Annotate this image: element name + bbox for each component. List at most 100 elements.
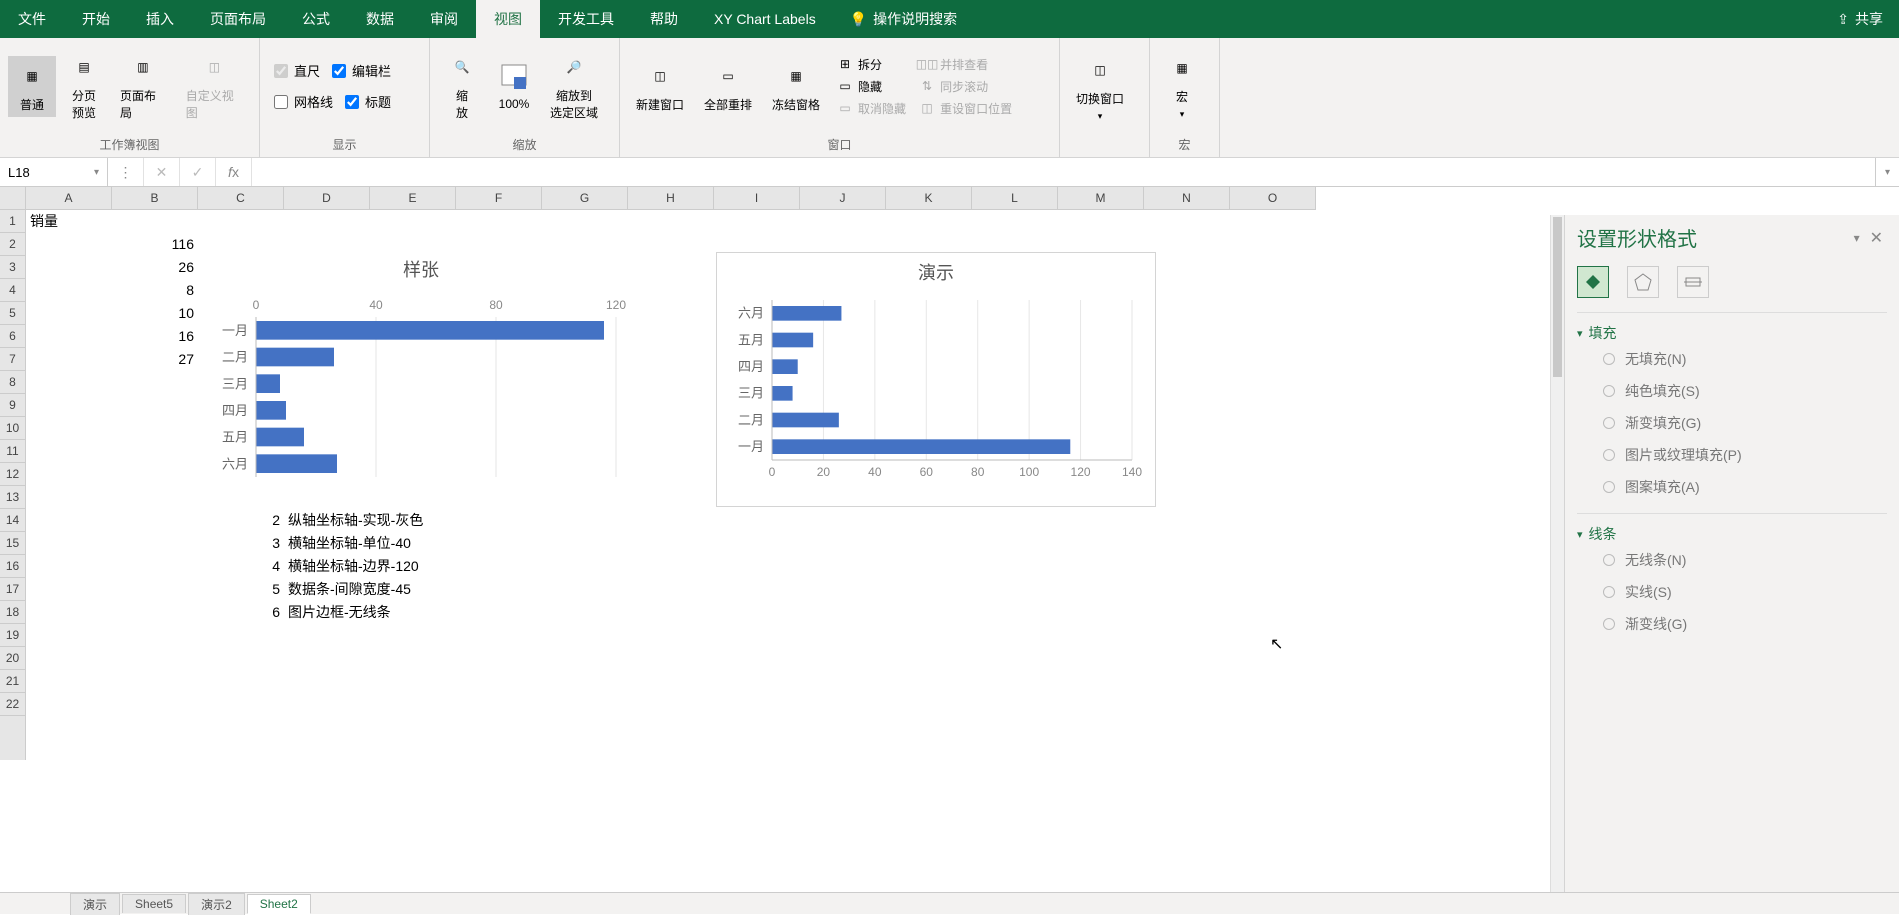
tab-view[interactable]: 视图 — [476, 0, 540, 38]
col-header-L[interactable]: L — [972, 187, 1058, 209]
col-header-H[interactable]: H — [628, 187, 714, 209]
cell[interactable]: 横轴坐标轴-单位-40 — [284, 532, 684, 555]
col-header-M[interactable]: M — [1058, 187, 1144, 209]
ruler-checkbox[interactable]: 直尺 — [268, 57, 326, 84]
cell[interactable]: 6 — [198, 601, 284, 624]
row-header-2[interactable]: 2 — [0, 233, 25, 256]
arrange-all-button[interactable]: ▭全部重排 — [696, 56, 760, 117]
cell[interactable]: 5 — [198, 578, 284, 601]
reset-window-pos-button[interactable]: ◫重设窗口位置 — [914, 97, 1016, 119]
row-header-1[interactable]: 1 — [0, 210, 25, 233]
cell[interactable]: 8 — [112, 279, 198, 302]
row-header-6[interactable]: 6 — [0, 325, 25, 348]
column-headers[interactable]: ABCDEFGHIJKLMNO — [26, 187, 1316, 210]
col-header-O[interactable]: O — [1230, 187, 1316, 209]
tab-developer[interactable]: 开发工具 — [540, 0, 632, 38]
cell[interactable]: 116 — [112, 233, 198, 256]
fill-section-header[interactable]: 填充 — [1577, 323, 1887, 343]
select-all-corner[interactable] — [0, 187, 26, 210]
sheet-tab[interactable]: Sheet2 — [247, 894, 311, 914]
col-header-A[interactable]: A — [26, 187, 112, 209]
cell[interactable]: 数据条-间隙宽度-45 — [284, 578, 684, 601]
formulabar-checkbox[interactable]: 编辑栏 — [326, 57, 397, 84]
tell-me-search[interactable]: 💡 操作说明搜索 — [834, 9, 973, 29]
fill-option[interactable]: 纯色填充(S) — [1577, 375, 1887, 407]
sheet-tab[interactable]: Sheet5 — [122, 894, 186, 913]
col-header-E[interactable]: E — [370, 187, 456, 209]
row-header-15[interactable]: 15 — [0, 532, 25, 555]
name-box-dropdown-icon[interactable]: ▾ — [94, 167, 99, 178]
col-header-J[interactable]: J — [800, 187, 886, 209]
split-button[interactable]: ⊞拆分 — [832, 53, 910, 75]
row-header-22[interactable]: 22 — [0, 693, 25, 716]
col-header-I[interactable]: I — [714, 187, 800, 209]
row-header-9[interactable]: 9 — [0, 394, 25, 417]
cell[interactable]: 2 — [198, 509, 284, 532]
col-header-D[interactable]: D — [284, 187, 370, 209]
normal-view-button[interactable]: ▦ 普通 — [8, 56, 56, 117]
pagebreak-preview-button[interactable]: ▤ 分页 预览 — [60, 47, 108, 125]
row-header-18[interactable]: 18 — [0, 601, 25, 624]
row-header-11[interactable]: 11 — [0, 440, 25, 463]
row-header-16[interactable]: 16 — [0, 555, 25, 578]
hide-button[interactable]: ▭隐藏 — [832, 75, 910, 97]
col-header-N[interactable]: N — [1144, 187, 1230, 209]
row-header-14[interactable]: 14 — [0, 509, 25, 532]
tab-home[interactable]: 开始 — [64, 0, 128, 38]
zoom-100-button[interactable]: 100% — [490, 57, 538, 115]
panel-options-dropdown[interactable]: ▾ — [1848, 231, 1866, 245]
fill-option[interactable]: 无填充(N) — [1577, 343, 1887, 375]
fill-option[interactable]: 图片或纹理填充(P) — [1577, 439, 1887, 471]
cell[interactable]: 销量 — [26, 210, 62, 233]
switch-windows-button[interactable]: ◫切换窗口▾ — [1068, 50, 1132, 126]
cell[interactable]: 3 — [198, 532, 284, 555]
expand-formulabar-button[interactable]: ▾ — [1875, 158, 1899, 186]
col-header-K[interactable]: K — [886, 187, 972, 209]
confirm-edit-button[interactable]: ✓ — [180, 158, 216, 186]
row-header-12[interactable]: 12 — [0, 463, 25, 486]
custom-views-button[interactable]: ◫ 自定义视图 — [178, 47, 251, 125]
cell[interactable]: 26 — [112, 256, 198, 279]
row-header-20[interactable]: 20 — [0, 647, 25, 670]
zoom-to-selection-button[interactable]: 🔎 缩放到 选定区域 — [542, 47, 606, 125]
unhide-button[interactable]: ▭取消隐藏 — [832, 97, 910, 119]
fill-option[interactable]: 图案填充(A) — [1577, 471, 1887, 503]
name-box[interactable]: L18 ▾ — [0, 158, 108, 186]
freeze-panes-button[interactable]: ▦冻结窗格 — [764, 56, 828, 117]
vertical-scrollbar[interactable] — [1550, 215, 1564, 892]
sheet-tab[interactable]: 演示2 — [188, 893, 245, 915]
line-option[interactable]: 无线条(N) — [1577, 544, 1887, 576]
row-header-8[interactable]: 8 — [0, 371, 25, 394]
col-header-F[interactable]: F — [456, 187, 542, 209]
line-section-header[interactable]: 线条 — [1577, 524, 1887, 544]
view-sidebyside-button[interactable]: ◫◫并排查看 — [914, 53, 1016, 75]
cell[interactable]: 27 — [112, 348, 198, 371]
headings-checkbox[interactable]: 标题 — [339, 88, 397, 115]
col-header-C[interactable]: C — [198, 187, 284, 209]
tab-file[interactable]: 文件 — [0, 0, 64, 38]
cell[interactable]: 纵轴坐标轴-实现-灰色 — [284, 509, 684, 532]
cell[interactable]: 横轴坐标轴-边界-120 — [284, 555, 684, 578]
row-headers[interactable]: 12345678910111213141516171819202122 — [0, 210, 26, 760]
row-header-4[interactable]: 4 — [0, 279, 25, 302]
chart-sample[interactable]: 样张 04080120一月二月三月四月五月六月 — [196, 250, 646, 510]
row-header-10[interactable]: 10 — [0, 417, 25, 440]
fill-line-tab-icon[interactable] — [1577, 266, 1609, 298]
row-header-19[interactable]: 19 — [0, 624, 25, 647]
sync-scroll-button[interactable]: ⇅同步滚动 — [914, 75, 1016, 97]
row-header-17[interactable]: 17 — [0, 578, 25, 601]
row-header-5[interactable]: 5 — [0, 302, 25, 325]
row-header-13[interactable]: 13 — [0, 486, 25, 509]
tab-review[interactable]: 审阅 — [412, 0, 476, 38]
fx-button[interactable]: fx — [216, 158, 252, 186]
tab-help[interactable]: 帮助 — [632, 0, 696, 38]
size-tab-icon[interactable] — [1677, 266, 1709, 298]
tab-pagelayout[interactable]: 页面布局 — [192, 0, 284, 38]
effects-tab-icon[interactable] — [1627, 266, 1659, 298]
row-header-7[interactable]: 7 — [0, 348, 25, 371]
macros-button[interactable]: ▦宏▾ — [1158, 48, 1206, 124]
col-header-B[interactable]: B — [112, 187, 198, 209]
close-panel-button[interactable]: ✕ — [1866, 228, 1887, 248]
cell[interactable]: 10 — [112, 302, 198, 325]
zoom-button[interactable]: 🔍 缩 放 — [438, 47, 486, 125]
